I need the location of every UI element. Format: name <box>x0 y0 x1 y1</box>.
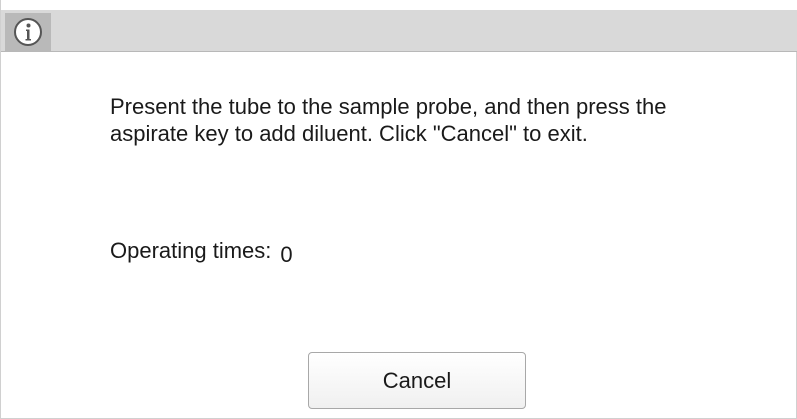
operating-times-row: Operating times: 0 <box>110 238 293 267</box>
titlebar-top-strip <box>431 0 797 10</box>
info-icon-glyph <box>14 18 42 46</box>
info-dialog: Present the tube to the sample probe, an… <box>0 0 797 419</box>
operating-times-value: 0 <box>280 242 293 267</box>
dialog-message: Present the tube to the sample probe, an… <box>110 94 667 146</box>
operating-times-label: Operating times: <box>110 238 272 263</box>
cancel-button[interactable]: Cancel <box>308 352 526 409</box>
info-icon <box>5 13 51 51</box>
